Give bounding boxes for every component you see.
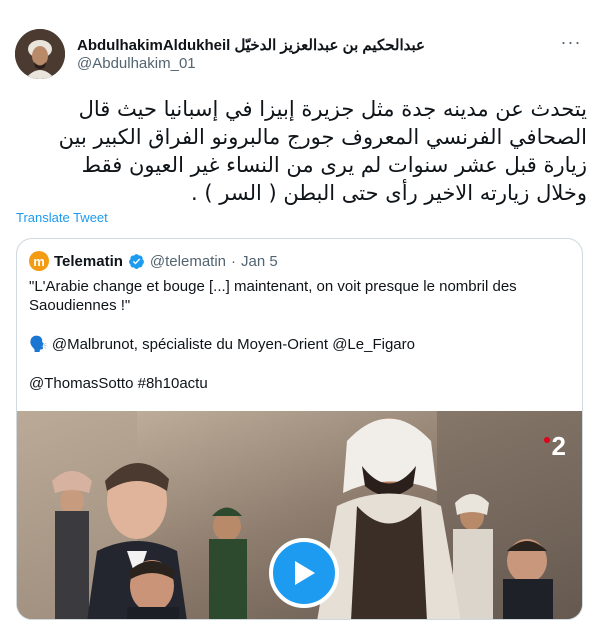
tweet-text-line: زيارة قبل عشر سنوات لم يرى من النساء غير… [81,153,587,177]
tweet-text-line: يتحدث عن مدينه جدة مثل جزيرة إبيزا في إس… [78,97,587,121]
tweet-text-line: وخلال زيارته الاخير رأى حتى البطن ( السر… [191,181,587,205]
speaking-head-icon: 🗣️ [29,336,48,353]
tweet-text-line: الصحافي الفرنسي المعروف جورج مالبرونو ال… [58,125,587,149]
telematin-logo[interactable]: m [29,251,49,271]
quoted-text-line: @ThomasSotto #8h10actu [29,375,208,392]
avatar[interactable] [15,29,65,79]
tweet: AbdulhakimAldukheil عبدالحكيم بن عبدالعز… [0,0,605,620]
author-handle[interactable]: @Abdulhakim_01 [77,55,196,72]
more-options-icon[interactable]: ··· [559,32,583,52]
author-name-row[interactable]: AbdulhakimAldukheil عبدالحكيم بن عبدالعز… [77,36,425,54]
quoted-tweet-header: m Telematin @telematin · Jan 5 [29,251,278,271]
tweet-text: يتحدث عن مدينه جدة مثل جزيرة إبيزا في إس… [14,95,587,207]
video-thumbnail[interactable]: 2 [17,411,582,619]
quoted-text-line: 🗣️ @Malbrunot, spécialiste du Moyen-Orie… [29,335,569,354]
verified-badge-icon [128,253,144,269]
france2-logo: 2 [543,431,566,462]
play-button-icon[interactable] [269,538,339,608]
separator-dot: · [231,252,236,270]
quoted-handle[interactable]: @telematin [150,253,226,270]
quoted-text-mentions: @Malbrunot, spécialiste du Moyen-Orient … [51,336,415,353]
channel-number: 2 [551,431,566,461]
quoted-text-line: "L'Arabie change et bouge [...] maintena… [29,278,517,314]
translate-tweet-link[interactable]: Translate Tweet [16,210,108,225]
quoted-tweet[interactable]: m Telematin @telematin · Jan 5 "L'Arabie… [16,238,583,620]
quoted-tweet-text: "L'Arabie change et bouge [...] maintena… [29,277,569,393]
quoted-date[interactable]: Jan 5 [241,253,278,270]
quoted-display-name[interactable]: Telematin [54,253,123,270]
display-name[interactable]: AbdulhakimAldukheil عبدالحكيم بن عبدالعز… [77,36,425,54]
